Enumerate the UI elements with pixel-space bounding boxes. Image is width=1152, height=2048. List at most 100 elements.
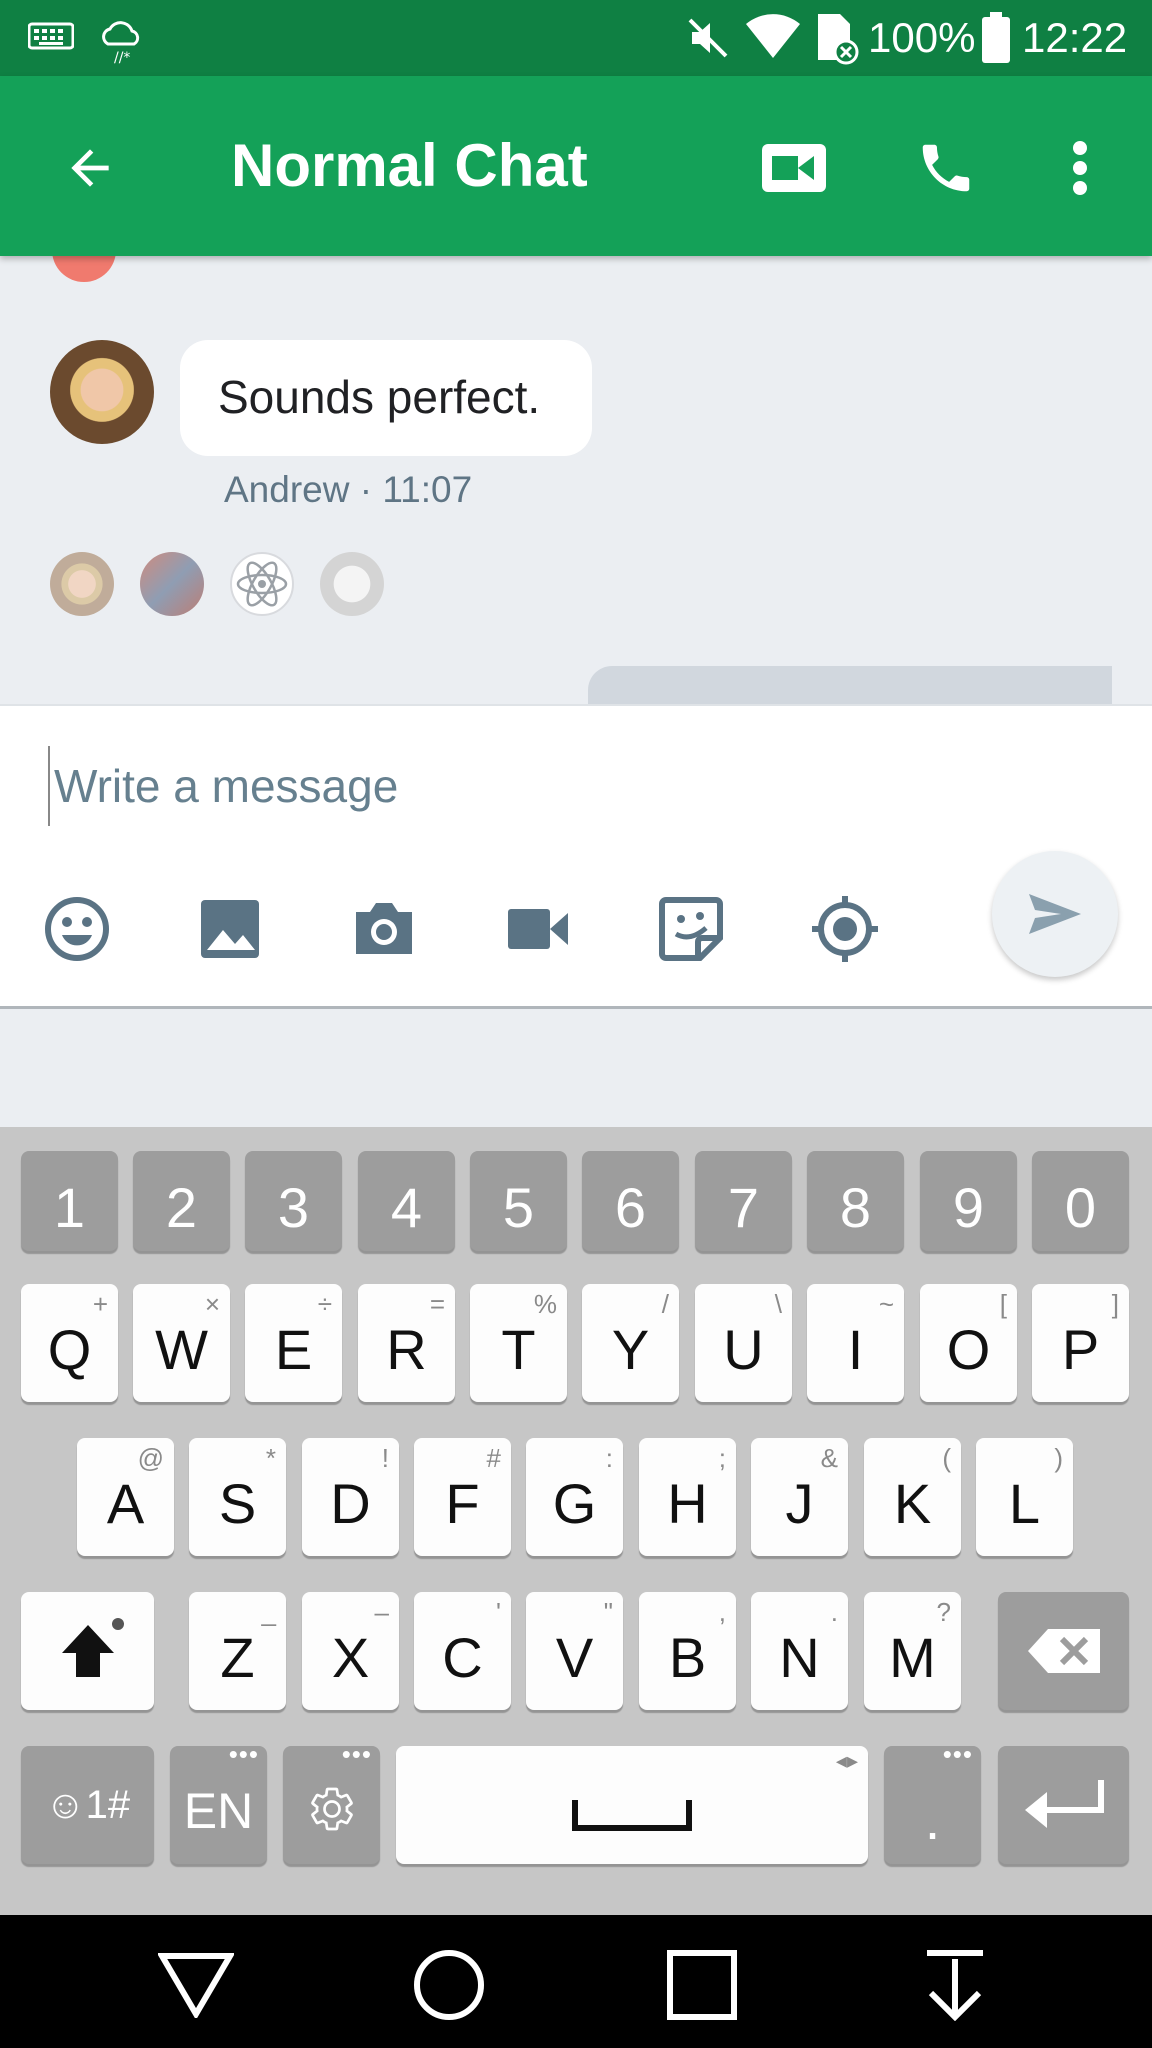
battery-icon (980, 12, 1012, 69)
read-receipt-avatar (50, 552, 114, 616)
nav-recents-button[interactable] (662, 1945, 742, 2025)
nav-back-button[interactable] (156, 1945, 236, 2025)
key-l[interactable]: ) L (976, 1438, 1073, 1556)
video-icon (508, 909, 568, 949)
key-b[interactable]: ,B (639, 1592, 736, 1710)
camera-icon (356, 903, 412, 954)
voice-call-button[interactable] (906, 128, 986, 208)
video-call-button[interactable] (752, 128, 836, 208)
key-n[interactable]: .N (751, 1592, 848, 1710)
key-o[interactable]: [O (920, 1284, 1017, 1402)
back-button[interactable] (50, 128, 130, 208)
video-button[interactable] (498, 889, 578, 969)
key-g[interactable]: :G (526, 1438, 623, 1556)
nav-hide-keyboard-button[interactable] (915, 1945, 995, 2025)
gallery-icon (201, 900, 259, 958)
key-v[interactable]: " V (526, 1592, 623, 1710)
emoji-icon (45, 897, 109, 961)
key-i[interactable]: ~ I (807, 1284, 904, 1402)
soft-keyboard: 1 2 3 4 5 6 7 8 9 0 + Q × W ÷ E = R % T / Y \ U… (0, 1127, 1152, 1915)
key-y[interactable]: / Y (582, 1284, 679, 1402)
key-9[interactable]: 9 (920, 1151, 1017, 1251)
atom-icon (236, 561, 288, 607)
cursor-arrows-icon: ◂▸ (835, 1748, 858, 1773)
clock: 12:22 (1022, 14, 1128, 61)
sender-avatar[interactable] (50, 340, 154, 444)
backspace-key[interactable] (998, 1592, 1129, 1710)
key-8[interactable]: 8 (807, 1151, 904, 1251)
outgoing-bubble[interactable] (588, 666, 1112, 704)
send-icon (1029, 894, 1081, 934)
location-button[interactable] (805, 889, 885, 969)
square-recents-icon (667, 1950, 737, 2020)
key-4[interactable]: 4 (358, 1151, 455, 1251)
settings-key[interactable]: ••• (283, 1739, 380, 1864)
key-6[interactable]: 6 (582, 1151, 679, 1251)
app-bar: Normal Chat (0, 76, 1152, 256)
key-m[interactable]: ? M (864, 1592, 961, 1710)
circle-home-icon (414, 1950, 484, 2020)
more-dots-icon: ••• (341, 1739, 372, 1769)
message-text: Sounds perfect. (218, 371, 541, 423)
battery-percent: 100% (868, 14, 976, 61)
language-key[interactable]: ••• EN (170, 1739, 267, 1864)
sim-error-icon (814, 12, 860, 71)
composer-spacer (0, 1009, 1152, 1127)
period-key[interactable]: ••• . (884, 1739, 981, 1864)
key-f[interactable]: # F (414, 1438, 511, 1556)
weather-icon: //* (96, 14, 146, 69)
phone-icon (922, 144, 970, 192)
sticker-button[interactable] (651, 889, 731, 969)
key-a[interactable]: @ A (77, 1438, 174, 1556)
keyboard-icon (27, 20, 75, 57)
shift-key[interactable] (21, 1592, 154, 1710)
key-2[interactable]: 2 (133, 1151, 230, 1251)
more-options-button[interactable] (1040, 128, 1120, 208)
emoji-button[interactable] (37, 889, 117, 969)
space-key[interactable]: ◂▸ (396, 1746, 868, 1864)
key-s[interactable]: * S (189, 1438, 286, 1556)
triangle-back-icon (158, 1953, 234, 2018)
key-1[interactable]: 1 (21, 1151, 118, 1251)
key-5[interactable]: 5 (470, 1151, 567, 1251)
composer (0, 704, 1152, 1009)
key-r[interactable]: = R (358, 1284, 455, 1402)
enter-key[interactable] (998, 1746, 1129, 1864)
key-p[interactable]: ] P (1032, 1284, 1129, 1402)
key-j[interactable]: & J (751, 1438, 848, 1556)
key-7[interactable]: 7 (695, 1151, 792, 1251)
camera-button[interactable] (344, 889, 424, 969)
key-h[interactable]: ; H (639, 1438, 736, 1556)
key-c[interactable]: ' C (414, 1592, 511, 1710)
more-dots-icon: ••• (228, 1739, 259, 1769)
key-0[interactable]: 0 (1032, 1151, 1129, 1251)
shift-icon (61, 1625, 114, 1677)
sticker-icon (659, 897, 723, 961)
wifi-icon (744, 12, 802, 65)
backspace-icon (1027, 1629, 1100, 1673)
key-q[interactable]: + Q (21, 1284, 118, 1402)
message-bubble[interactable]: Sounds perfect. (180, 340, 592, 456)
key-u[interactable]: \ U (695, 1284, 792, 1402)
gallery-button[interactable] (190, 889, 270, 969)
key-z[interactable]: _ Z (189, 1592, 286, 1710)
more-dots-icon: ••• (942, 1739, 973, 1769)
enter-icon (1024, 1780, 1104, 1828)
symbols-key[interactable]: ☺1# (21, 1746, 154, 1864)
key-3[interactable]: 3 (245, 1151, 342, 1251)
key-e[interactable]: ÷ E (245, 1284, 342, 1402)
key-w[interactable]: × W (133, 1284, 230, 1402)
avatar-previous (52, 256, 116, 282)
message-meta: Andrew · 11:07 (224, 469, 473, 510)
key-d[interactable]: ! D (302, 1438, 399, 1556)
arrow-back-icon (71, 149, 109, 187)
send-button[interactable] (992, 851, 1118, 977)
key-k[interactable]: (K (864, 1438, 961, 1556)
more-vert-icon (1073, 141, 1087, 195)
message-input[interactable] (48, 746, 1028, 826)
key-t[interactable]: % T (470, 1284, 567, 1402)
chat-area[interactable]: Sounds perfect. Andrew · 11:07 (0, 256, 1152, 704)
key-x[interactable]: – X (302, 1592, 399, 1710)
mute-icon (686, 16, 730, 65)
nav-home-button[interactable] (409, 1945, 489, 2025)
